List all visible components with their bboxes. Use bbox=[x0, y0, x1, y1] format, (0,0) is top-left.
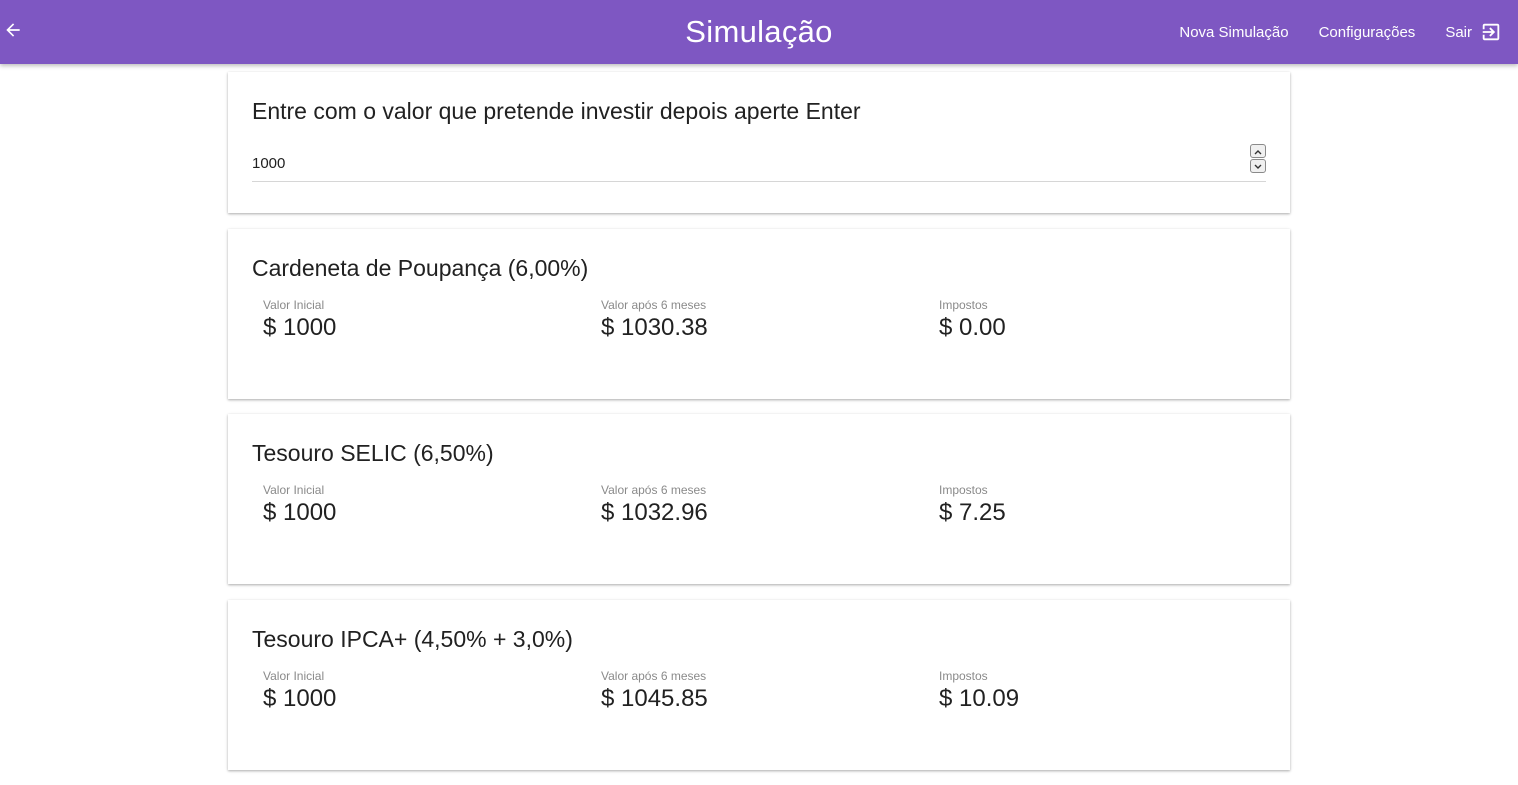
initial-value-metric: Valor Inicial $ 1000 bbox=[263, 297, 336, 343]
initial-value-label: Valor Inicial bbox=[263, 298, 325, 312]
investment-card-poupanca: Cardeneta de Poupança (6,00%) Valor Inic… bbox=[228, 229, 1290, 399]
toolbar-actions: Nova Simulação Configurações Sair bbox=[1164, 0, 1502, 64]
sair-button[interactable]: Sair bbox=[1430, 14, 1502, 50]
tax-label: Impostos bbox=[939, 483, 988, 497]
after-value: $ 1045.85 bbox=[601, 685, 708, 712]
arrow-left-icon bbox=[3, 20, 23, 45]
initial-value-label: Valor Inicial bbox=[263, 669, 325, 683]
tax-metric: Impostos $ 7.25 bbox=[939, 482, 1006, 528]
tax-metric: Impostos $ 0.00 bbox=[939, 297, 1006, 343]
investment-title: Tesouro IPCA+ (4,50% + 3,0%) bbox=[252, 626, 573, 652]
after-value-label: Valor após 6 meses bbox=[601, 298, 707, 312]
tax-label: Impostos bbox=[939, 669, 988, 683]
tax-value: $ 10.09 bbox=[939, 685, 1020, 712]
amount-input-card: Entre com o valor que pretende investir … bbox=[228, 72, 1290, 213]
app-toolbar: Simulação Nova Simulação Configurações S… bbox=[0, 0, 1518, 64]
initial-value-metric: Valor Inicial $ 1000 bbox=[263, 482, 336, 528]
amount-spinner bbox=[1250, 144, 1266, 174]
initial-value: $ 1000 bbox=[263, 314, 337, 341]
configuracoes-label: Configurações bbox=[1318, 23, 1416, 41]
after-value-metric: Valor após 6 meses $ 1045.85 bbox=[601, 668, 708, 714]
investment-card-ipca: Tesouro IPCA+ (4,50% + 3,0%) Valor Inici… bbox=[228, 600, 1290, 770]
nova-simulacao-button[interactable]: Nova Simulação bbox=[1164, 14, 1303, 50]
amount-field bbox=[252, 144, 1266, 182]
initial-value: $ 1000 bbox=[263, 499, 337, 526]
initial-value: $ 1000 bbox=[263, 685, 337, 712]
tax-value: $ 7.25 bbox=[939, 499, 1006, 526]
chevron-down-icon bbox=[1254, 157, 1262, 175]
nova-simulacao-label: Nova Simulação bbox=[1179, 23, 1289, 41]
tax-label: Impostos bbox=[939, 298, 988, 312]
amount-input-title: Entre com o valor que pretende investir … bbox=[252, 98, 861, 124]
exit-to-app-icon bbox=[1480, 21, 1502, 43]
investment-title: Tesouro SELIC (6,50%) bbox=[252, 440, 494, 466]
back-button[interactable] bbox=[0, 12, 26, 52]
investment-title: Cardeneta de Poupança (6,00%) bbox=[252, 255, 589, 281]
sair-label: Sair bbox=[1445, 23, 1472, 41]
initial-value-metric: Valor Inicial $ 1000 bbox=[263, 668, 336, 714]
decrement-button[interactable] bbox=[1250, 159, 1266, 173]
investment-card-selic: Tesouro SELIC (6,50%) Valor Inicial $ 10… bbox=[228, 414, 1290, 584]
after-value-label: Valor após 6 meses bbox=[601, 483, 707, 497]
increment-button[interactable] bbox=[1250, 144, 1266, 158]
tax-metric: Impostos $ 10.09 bbox=[939, 668, 1019, 714]
after-value-label: Valor após 6 meses bbox=[601, 669, 707, 683]
configuracoes-button[interactable]: Configurações bbox=[1304, 14, 1431, 50]
amount-input[interactable] bbox=[252, 150, 1212, 176]
after-value: $ 1032.96 bbox=[601, 499, 708, 526]
after-value-metric: Valor após 6 meses $ 1030.38 bbox=[601, 297, 708, 343]
initial-value-label: Valor Inicial bbox=[263, 483, 325, 497]
after-value: $ 1030.38 bbox=[601, 314, 708, 341]
tax-value: $ 0.00 bbox=[939, 314, 1006, 341]
after-value-metric: Valor após 6 meses $ 1032.96 bbox=[601, 482, 708, 528]
